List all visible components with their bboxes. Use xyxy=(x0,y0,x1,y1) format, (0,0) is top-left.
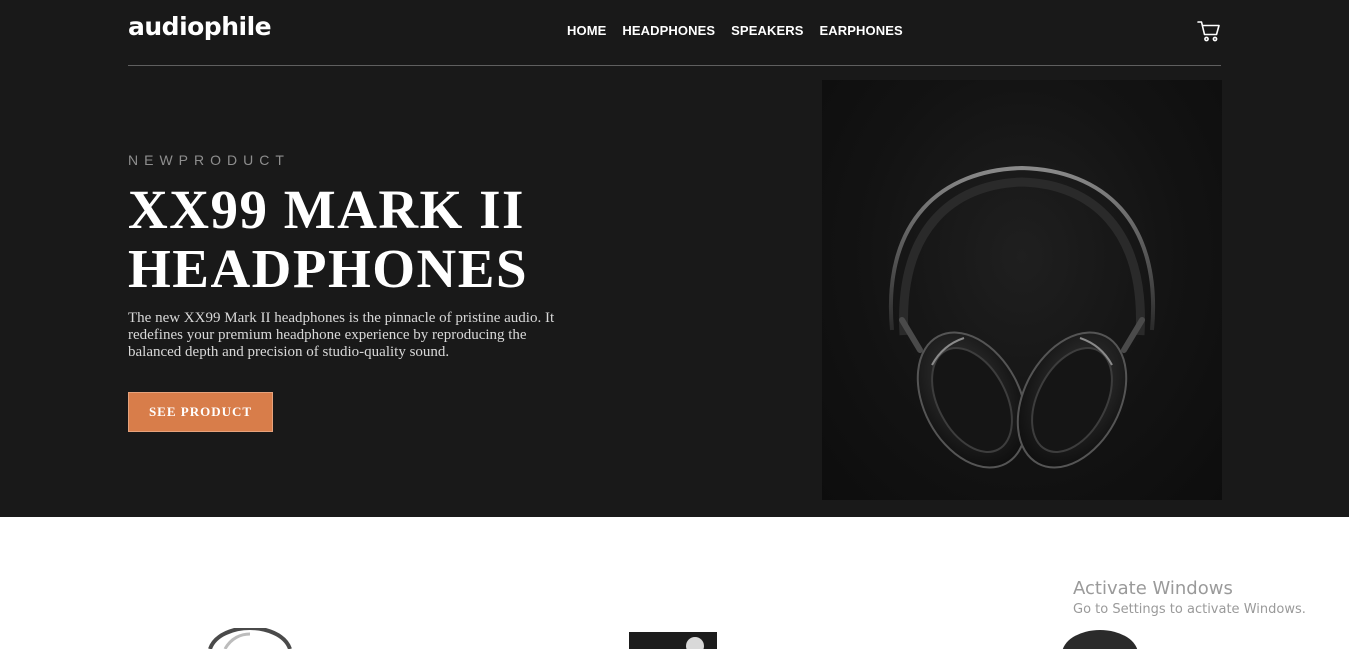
main-nav: HOME HEADPHONES SPEAKERS EARPHONES xyxy=(567,23,903,38)
hero-section: audiophile HOME HEADPHONES SPEAKERS EARP… xyxy=(0,0,1349,517)
cart-icon[interactable] xyxy=(1197,19,1221,43)
logo[interactable]: audiophile xyxy=(128,12,272,41)
nav-earphones[interactable]: EARPHONES xyxy=(819,23,902,38)
windows-activation-watermark: Activate Windows Go to Settings to activ… xyxy=(1073,578,1306,620)
hero-headphones-image xyxy=(822,80,1222,500)
category-headphones-thumbnail[interactable] xyxy=(205,628,295,649)
hero-eyebrow: NEWPRODUCT xyxy=(128,152,290,168)
nav-headphones[interactable]: HEADPHONES xyxy=(622,23,715,38)
category-earphones-thumbnail[interactable] xyxy=(1060,628,1140,649)
see-product-button[interactable]: SEE PRODUCT xyxy=(128,392,273,432)
nav-home[interactable]: HOME xyxy=(567,23,606,38)
category-speakers-thumbnail[interactable] xyxy=(625,628,720,649)
nav-speakers[interactable]: SPEAKERS xyxy=(731,23,803,38)
watermark-subtitle: Go to Settings to activate Windows. xyxy=(1073,602,1306,617)
site-header: audiophile HOME HEADPHONES SPEAKERS EARP… xyxy=(128,0,1221,66)
hero-description: The new XX99 Mark II headphones is the p… xyxy=(128,310,555,360)
watermark-title: Activate Windows xyxy=(1073,578,1233,599)
hero-title: XX99 MARK II HEADPHONES xyxy=(128,179,529,299)
